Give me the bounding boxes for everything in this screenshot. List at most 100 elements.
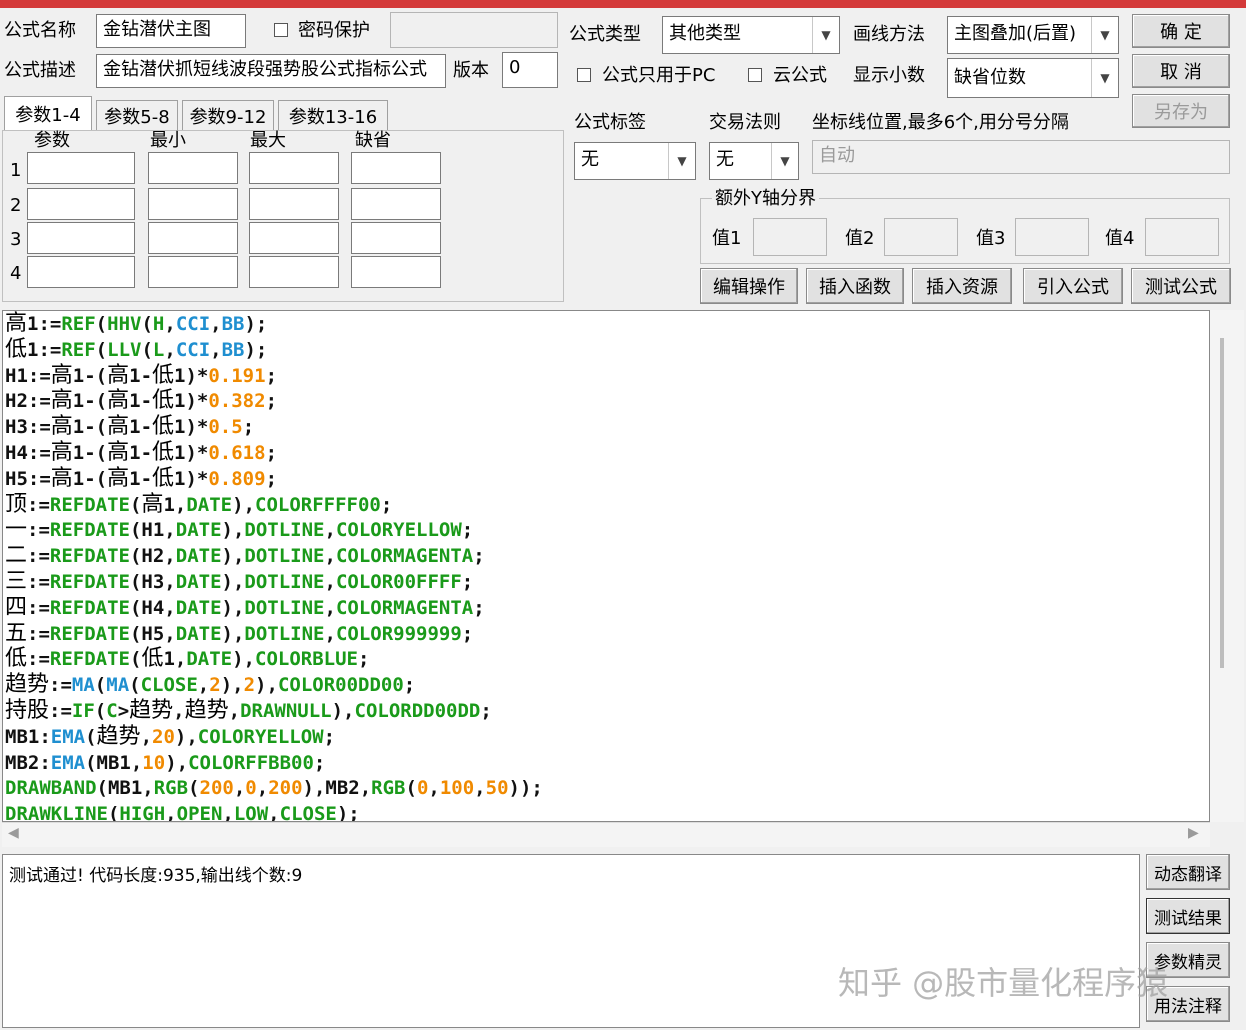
code-line[interactable]: 三:=REFDATE(H3,DATE),DOTLINE,COLOR00FFFF; — [5, 570, 473, 596]
code-line[interactable]: H3:=高1-(高1-低1)*0.5; — [5, 415, 254, 441]
version-input[interactable]: 0 — [502, 52, 558, 88]
editor-horizontal-scrollbar[interactable]: ◀ ▶ — [2, 822, 1210, 847]
param-2-max[interactable] — [249, 188, 339, 220]
code-token: RGB — [153, 777, 189, 800]
draw-method-value: 主图叠加(后置) — [954, 23, 1077, 44]
code-line[interactable]: 二:=REFDATE(H2,DATE),DOTLINE,COLORMAGENTA… — [5, 544, 485, 570]
tab-params-9-12[interactable]: 参数9-12 — [182, 100, 274, 130]
code-token: COLOR00DD00 — [277, 674, 404, 697]
edit-operations-button[interactable]: 编辑操作 — [700, 268, 798, 304]
code-editor[interactable]: 高1:=REF(HHV(H,CCI,BB); 低1:=REF(LLV(L,CCI,… — [2, 310, 1210, 822]
tab-params-13-16[interactable]: 参数13-16 — [278, 100, 388, 130]
code-token: 1)* — [174, 467, 209, 490]
decimals-select[interactable]: 缺省位数 ▼ — [947, 58, 1119, 98]
code-line[interactable]: 四:=REFDATE(H4,DATE),DOTLINE,COLORMAGENTA… — [5, 595, 485, 622]
password-input[interactable] — [390, 12, 558, 48]
code-token: 高 — [5, 311, 28, 336]
test-formula-button[interactable]: 测试公式 — [1131, 268, 1231, 304]
dynamic-translate-button[interactable]: 动态翻译 — [1146, 854, 1230, 890]
cancel-button[interactable]: 取 消 — [1132, 54, 1230, 88]
code-line[interactable]: 高1:=REF(HHV(H,CCI,BB); — [5, 312, 267, 338]
param-1-max[interactable] — [249, 152, 339, 184]
code-token: C — [106, 700, 118, 722]
draw-method-select[interactable]: 主图叠加(后置) ▼ — [947, 16, 1119, 54]
test-result-button[interactable]: 测试结果 — [1146, 898, 1230, 934]
y-value-4-input[interactable] — [1145, 218, 1219, 256]
cloud-formula-checkbox[interactable] — [748, 68, 762, 82]
code-token: 1- — [129, 467, 153, 490]
code-line[interactable]: DRAWBAND(MB1,RGB(200,0,200),MB2,RGB(0,10… — [5, 776, 543, 802]
code-token: DOTLINE — [244, 519, 325, 542]
code-line[interactable]: DRAWKLINE(HIGH,OPEN,LOW,CLOSE); — [5, 802, 360, 822]
param-3-min[interactable] — [148, 222, 238, 254]
code-line[interactable]: 五:=REFDATE(H5,DATE),DOTLINE,COLOR999999; — [5, 621, 473, 648]
insert-function-button[interactable]: 插入函数 — [806, 268, 904, 304]
code-line[interactable]: 顶:=REFDATE(高1,DATE),COLORFFFF00; — [5, 492, 392, 519]
code-line[interactable]: MB1:EMA(趋势,20),COLORYELLOW; — [5, 724, 335, 751]
code-token: ( — [94, 674, 107, 697]
tab-params-5-8[interactable]: 参数5-8 — [96, 100, 178, 130]
code-token: L — [152, 338, 165, 361]
param-header-min: 最小 — [150, 130, 186, 151]
formula-tag-label: 公式标签 — [574, 112, 646, 133]
param-3-max[interactable] — [249, 222, 339, 254]
code-line[interactable]: H5:=高1-(高1-低1)*0.809; — [5, 466, 277, 493]
code-line[interactable]: 低1:=REF(LLV(L,CCI,BB); — [5, 337, 267, 364]
y-value-3-input[interactable] — [1015, 218, 1089, 256]
tab-params-1-4[interactable]: 参数1-4 — [4, 96, 92, 130]
watermark: 知乎 @股市量化程序猿 — [838, 964, 1169, 1002]
code-token: 二 — [5, 543, 28, 569]
editor-vertical-scrollbar[interactable] — [1210, 310, 1244, 822]
param-1-min[interactable] — [148, 152, 238, 184]
save-as-button[interactable]: 另存为 — [1132, 94, 1230, 128]
axis-lines-input[interactable]: 自动 — [812, 140, 1230, 174]
code-line[interactable]: 低:=REFDATE(低1,DATE),COLORBLUE; — [5, 647, 369, 673]
formula-desc-input[interactable]: 金钻潜伏抓短线波段强势股公式指标公式 — [96, 54, 446, 88]
password-checkbox[interactable] — [274, 23, 288, 37]
code-token: ; — [473, 596, 485, 619]
trade-rule-select[interactable]: 无 ▼ — [709, 142, 799, 180]
trade-rule-label: 交易法则 — [709, 112, 781, 133]
editor-scroll-thumb[interactable] — [1220, 338, 1224, 668]
param-3-name[interactable] — [27, 222, 135, 254]
param-4-default[interactable] — [351, 256, 441, 288]
code-token: ; — [265, 442, 278, 464]
code-line[interactable]: H2:=高1-(高1-低1)*0.382; — [5, 389, 277, 415]
code-token: := — [27, 622, 50, 645]
param-1-name[interactable] — [27, 152, 135, 184]
code-line[interactable]: 一:=REFDATE(H1,DATE),DOTLINE,COLORYELLOW; — [5, 518, 473, 544]
code-line[interactable]: H4:=高1-(高1-低1)*0.618; — [5, 441, 277, 467]
code-token: 1- — [129, 364, 153, 387]
code-token: ( — [107, 803, 120, 822]
code-line[interactable]: MB2:EMA(MB1,10),COLORFFBB00; — [5, 751, 325, 777]
y-value-1-input[interactable] — [753, 218, 827, 256]
param-row-num: 4 — [10, 263, 22, 284]
scroll-left-icon[interactable]: ◀ — [8, 825, 19, 841]
import-formula-button[interactable]: 引入公式 — [1023, 268, 1123, 304]
formula-name-input[interactable]: 金钻潜伏主图 — [96, 14, 246, 48]
code-line[interactable]: 持股:=IF(C>趋势,趋势,DRAWNULL),COLORDD00DD; — [5, 699, 492, 725]
scroll-right-icon[interactable]: ▶ — [1188, 825, 1199, 841]
code-line[interactable]: H1:=高1-(高1-低1)*0.191; — [5, 363, 277, 390]
param-4-name[interactable] — [27, 256, 135, 288]
cloud-formula-label: 云公式 — [773, 65, 827, 86]
insert-resource-button[interactable]: 插入资源 — [912, 268, 1012, 304]
code-token: COLOR999999 — [335, 622, 462, 645]
param-2-min[interactable] — [148, 188, 238, 220]
param-4-max[interactable] — [249, 256, 339, 288]
param-2-default[interactable] — [351, 188, 441, 220]
formula-tag-select[interactable]: 无 ▼ — [574, 142, 696, 180]
code-token: CCI — [175, 338, 211, 361]
param-1-default[interactable] — [351, 152, 441, 184]
param-2-name[interactable] — [27, 188, 135, 220]
pc-only-checkbox[interactable] — [577, 68, 591, 82]
code-token: ),MB2, — [302, 777, 372, 800]
y-value-2-input[interactable] — [884, 218, 958, 256]
formula-type-select[interactable]: 其他类型 ▼ — [662, 16, 840, 54]
code-line[interactable]: 趋势:=MA(MA(CLOSE,2),2),COLOR00DD00; — [5, 673, 415, 699]
param-4-min[interactable] — [148, 256, 238, 288]
ok-button[interactable]: 确 定 — [1132, 14, 1230, 48]
code-token: 1- — [129, 390, 153, 413]
param-3-default[interactable] — [351, 222, 441, 254]
code-token: 1)* — [174, 416, 209, 439]
